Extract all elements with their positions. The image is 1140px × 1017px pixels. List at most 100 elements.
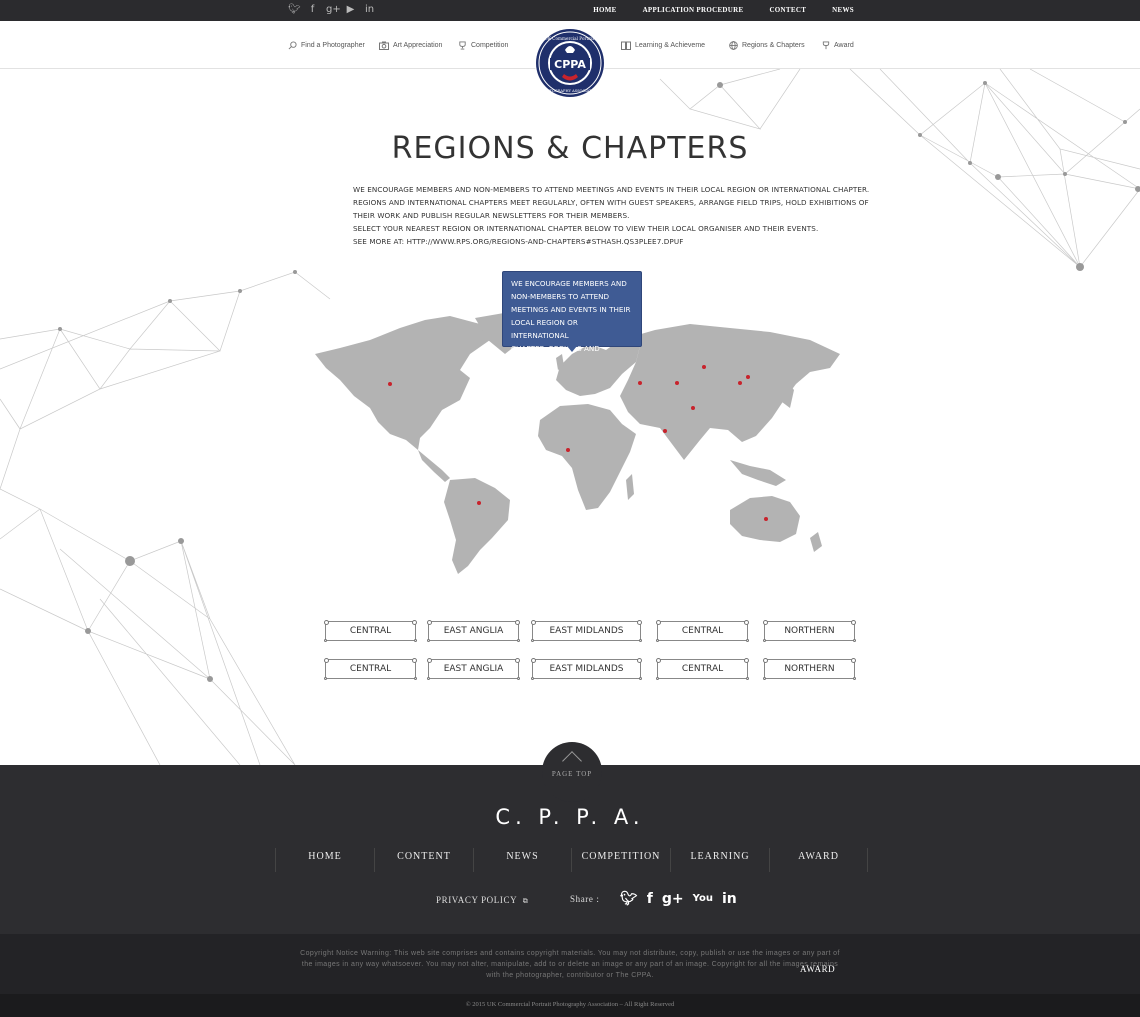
- map-marker: [691, 406, 695, 410]
- youtube-icon[interactable]: ▶: [345, 4, 356, 16]
- nav-competition[interactable]: Competition: [458, 21, 508, 69]
- region-button-east-anglia[interactable]: EAST ANGLIA: [427, 620, 520, 642]
- region-button-northern[interactable]: NORTHERN: [763, 658, 856, 680]
- top-bar: 🐦︎ f g+ ▶ in HOME APPLICATION PROCEDURE …: [0, 0, 1140, 21]
- top-nav-home[interactable]: HOME: [580, 0, 629, 21]
- region-label: NORTHERN: [784, 664, 835, 674]
- region-label: CENTRAL: [349, 664, 392, 674]
- youtube-icon[interactable]: You: [693, 890, 713, 908]
- logo-text: CPPA: [554, 58, 586, 71]
- logo-ring-bottom: PHOTOGRAPHY ASSOCIATION: [541, 89, 599, 93]
- twitter-icon[interactable]: 🐦︎: [288, 4, 301, 16]
- region-button-east-midlands[interactable]: EAST MIDLANDS: [531, 620, 642, 642]
- map-asia: [620, 324, 840, 460]
- map-marker: [388, 382, 392, 386]
- google-plus-icon[interactable]: g+: [662, 890, 684, 908]
- map-africa: [538, 404, 636, 510]
- nav-label: Find a Photographer: [301, 41, 365, 49]
- tooltip-line: MEETINGS AND EVENTS IN THEIR: [511, 305, 631, 314]
- map-marker: [702, 365, 706, 369]
- map-new-zealand: [810, 532, 822, 552]
- globe-icon: [729, 40, 738, 50]
- bottom-copyright: © 2015 UK Commercial Portrait Photograph…: [465, 1001, 675, 1008]
- region-label: NORTHERN: [784, 626, 835, 636]
- region-button-central[interactable]: CENTRAL: [324, 658, 417, 680]
- nav-label: Competition: [471, 41, 509, 49]
- map-tooltip: WE ENCOURAGE MEMBERS AND NON-MEMBERS TO …: [502, 271, 642, 353]
- footer-nav-learning[interactable]: LEARNING: [670, 848, 769, 872]
- search-icon: [288, 40, 297, 49]
- region-button-central[interactable]: CENTRAL: [324, 620, 417, 642]
- region-button-central[interactable]: CENTRAL: [656, 620, 749, 642]
- nav-find-photographer[interactable]: Find a Photographer: [288, 21, 365, 69]
- bottom-bar: © 2015 UK Commercial Portrait Photograph…: [0, 994, 1140, 1017]
- trophy-icon: [459, 40, 466, 50]
- region-label: EAST MIDLANDS: [549, 664, 624, 674]
- region-label: CENTRAL: [681, 664, 724, 674]
- map-central-america: [418, 450, 450, 482]
- tooltip-line: LOCAL REGION OR INTERNATIONAL: [511, 318, 578, 340]
- google-plus-icon[interactable]: g+: [326, 4, 341, 16]
- footer-nav-home[interactable]: HOME: [275, 848, 374, 872]
- map-north-america: [315, 316, 490, 450]
- privacy-policy-link[interactable]: PRIVACY POLICY ⧉: [436, 895, 528, 906]
- nav-regions-chapters[interactable]: Regions & Chapters: [729, 21, 805, 69]
- linkedin-icon[interactable]: in: [722, 890, 737, 908]
- page-top-button[interactable]: PAGE TOP: [542, 742, 602, 802]
- map-marker: [638, 381, 642, 385]
- twitter-icon[interactable]: 🐦︎: [620, 890, 638, 908]
- nav-label: Award: [834, 41, 854, 49]
- book-icon: [621, 41, 631, 50]
- facebook-icon[interactable]: f: [647, 890, 653, 908]
- award-icon: [822, 40, 830, 49]
- description-line[interactable]: SEE MORE AT: HTTP://WWW.RPS.ORG/REGIONS-…: [353, 235, 843, 248]
- footer-nav-news[interactable]: NEWS: [473, 848, 571, 872]
- map-marker: [675, 381, 679, 385]
- top-nav-news[interactable]: NEWS: [819, 0, 854, 21]
- map-marker: [738, 381, 742, 385]
- map-marker: [764, 517, 768, 521]
- footer-nav-content[interactable]: CONTENT: [374, 848, 473, 872]
- tooltip-line: NON-MEMBERS TO ATTEND: [511, 292, 610, 301]
- logo-ring-top: UK Commercial Portrait: [544, 36, 596, 41]
- top-social-icons: 🐦︎ f g+ ▶ in: [288, 4, 375, 16]
- copyright-section: Copyright Notice Warning: This web site …: [0, 934, 1140, 994]
- region-label: EAST MIDLANDS: [549, 626, 624, 636]
- facebook-icon[interactable]: f: [307, 4, 318, 16]
- page-top-label: PAGE TOP: [551, 770, 593, 778]
- region-button-northern[interactable]: NORTHERN: [763, 620, 856, 642]
- tooltip-line: CHAPTER. REGIONS AND: [511, 344, 600, 353]
- cppa-logo[interactable]: CPPA UK Commercial Portrait PHOTOGRAPHY …: [535, 28, 605, 98]
- nav-label: Regions & Chapters: [742, 41, 805, 49]
- top-nav-contact[interactable]: CONTECT: [756, 0, 819, 21]
- page-description: WE ENCOURAGE MEMBERS AND NON-MEMBERS TO …: [353, 183, 870, 248]
- copyright-award-label[interactable]: AWARD: [800, 964, 835, 974]
- region-label: EAST ANGLIA: [443, 664, 504, 674]
- region-button-east-midlands[interactable]: EAST MIDLANDS: [531, 658, 642, 680]
- description-line: WE ENCOURAGE MEMBERS AND NON-MEMBERS TO …: [353, 185, 870, 194]
- top-nav-application-procedure[interactable]: APPLICATION PROCEDURE: [630, 0, 757, 21]
- nav-label: Learning & Achieveme: [635, 41, 706, 49]
- map-marker: [663, 429, 667, 433]
- nav-award[interactable]: Award: [822, 21, 854, 69]
- map-madagascar: [626, 474, 634, 500]
- nav-art-appreciation[interactable]: Art Appreciation: [379, 21, 442, 69]
- map-marker: [746, 375, 750, 379]
- footer-social-icons: 🐦︎ f g+ You in: [620, 890, 737, 908]
- description-line: THEIR WORK AND PUBLISH REGULAR NEWSLETTE…: [353, 211, 630, 220]
- map-marker: [566, 448, 570, 452]
- nav-learning[interactable]: Learning & Achieveme: [621, 21, 705, 69]
- footer-nav-competition[interactable]: COMPETITION: [571, 848, 670, 872]
- region-button-central[interactable]: CENTRAL: [656, 658, 749, 680]
- footer-nav-award[interactable]: AWARD: [769, 848, 868, 872]
- region-label: EAST ANGLIA: [443, 626, 504, 636]
- privacy-label: PRIVACY POLICY: [436, 895, 517, 905]
- share-label: Share :: [570, 894, 600, 904]
- footer-brand: C. P. P. A.: [495, 805, 645, 829]
- region-button-east-anglia[interactable]: EAST ANGLIA: [427, 658, 520, 680]
- linkedin-icon[interactable]: in: [364, 4, 375, 16]
- tooltip-line: WE ENCOURAGE MEMBERS AND: [511, 279, 627, 288]
- region-label: CENTRAL: [349, 626, 392, 636]
- map-south-america: [444, 478, 510, 574]
- nav-label: Art Appreciation: [393, 41, 443, 49]
